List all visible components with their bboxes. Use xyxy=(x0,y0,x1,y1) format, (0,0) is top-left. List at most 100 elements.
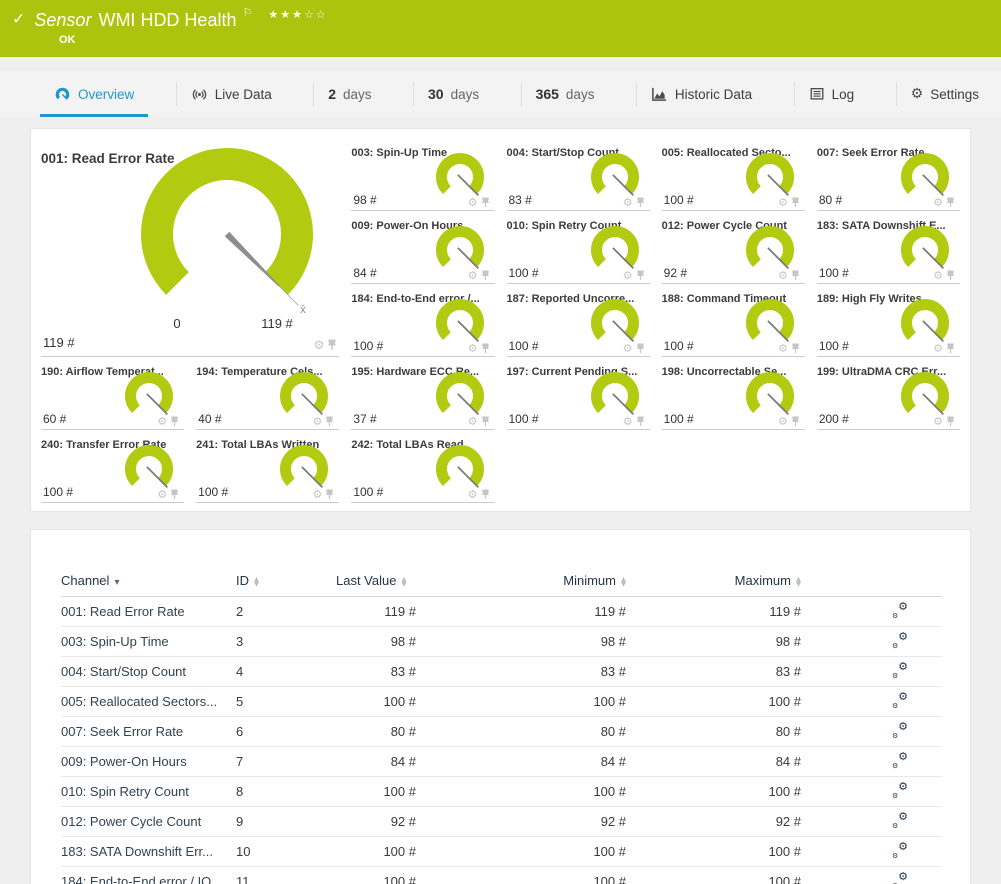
tab-2-days[interactable]: 2 days xyxy=(314,71,385,117)
tab-historic-data[interactable]: Historic Data xyxy=(637,71,766,117)
pin-icon[interactable] xyxy=(325,416,334,427)
pin-icon[interactable] xyxy=(946,197,955,208)
channel-name[interactable]: 184: End-to-End error / IO... xyxy=(61,866,236,884)
channel-settings-gears-icon[interactable]: ⚙⚙ xyxy=(892,722,908,738)
col-header-maximum[interactable]: Maximum▲▼ xyxy=(626,566,801,596)
tab-settings[interactable]: ⚙ Settings xyxy=(897,71,993,117)
gauge-cell[interactable]: 197: Current Pending S... 100 # ⚙ xyxy=(507,357,650,430)
gear-icon[interactable]: ⚙ xyxy=(778,197,788,208)
gear-icon[interactable]: ⚙ xyxy=(933,197,943,208)
pin-icon[interactable] xyxy=(481,416,490,427)
channel-name[interactable]: 009: Power-On Hours xyxy=(61,746,236,776)
pin-icon[interactable] xyxy=(946,416,955,427)
gear-icon[interactable]: ⚙ xyxy=(468,489,478,500)
gauge-cell[interactable]: 188: Command Timeout 100 # ⚙ xyxy=(662,284,805,357)
gauge-cell[interactable]: 012: Power Cycle Count 92 # ⚙ xyxy=(662,211,805,284)
gear-icon[interactable]: ⚙ xyxy=(312,416,322,427)
pin-icon[interactable] xyxy=(170,416,179,427)
gauge-cell[interactable]: 241: Total LBAs Written 100 # ⚙ xyxy=(196,430,339,503)
gear-icon[interactable]: ⚙ xyxy=(623,197,633,208)
gear-icon[interactable]: ⚙ xyxy=(778,416,788,427)
gauge-cell[interactable]: 187: Reported Uncorre... 100 # ⚙ xyxy=(507,284,650,357)
channel-name[interactable]: 012: Power Cycle Count xyxy=(61,806,236,836)
priority-stars[interactable]: ★★★☆☆ xyxy=(268,8,327,21)
col-header-channel[interactable]: Channel▾ xyxy=(61,566,236,596)
pin-icon[interactable] xyxy=(791,343,800,354)
pin-icon[interactable] xyxy=(946,270,955,281)
pin-icon[interactable] xyxy=(325,489,334,500)
channel-name[interactable]: 003: Spin-Up Time xyxy=(61,626,236,656)
gauge-cell[interactable]: 199: UltraDMA CRC Err... 200 # ⚙ xyxy=(817,357,960,430)
gear-icon[interactable]: ⚙ xyxy=(468,270,478,281)
gear-icon[interactable]: ⚙ xyxy=(468,416,478,427)
gear-icon[interactable]: ⚙ xyxy=(157,416,167,427)
pin-icon[interactable] xyxy=(636,416,645,427)
pin-icon[interactable] xyxy=(791,270,800,281)
pin-icon[interactable] xyxy=(946,343,955,354)
col-header-last-value[interactable]: Last Value▲▼ xyxy=(336,566,416,596)
channel-name[interactable]: 004: Start/Stop Count xyxy=(61,656,236,686)
gauge-cell[interactable]: 005: Reallocated Secto... 100 # ⚙ xyxy=(662,138,805,211)
pin-icon[interactable] xyxy=(481,270,490,281)
channel-settings-gears-icon[interactable]: ⚙⚙ xyxy=(892,782,908,798)
pin-icon[interactable] xyxy=(791,416,800,427)
tab-log[interactable]: Log xyxy=(795,71,869,117)
pin-icon[interactable] xyxy=(636,270,645,281)
col-header-id[interactable]: ID▲▼ xyxy=(236,566,336,596)
col-header-minimum[interactable]: Minimum▲▼ xyxy=(416,566,626,596)
gauge-cell[interactable]: 010: Spin Retry Count 100 # ⚙ xyxy=(507,211,650,284)
gauge-cell[interactable]: 190: Airflow Temperat... 60 # ⚙ xyxy=(41,357,184,430)
channel-settings-gears-icon[interactable]: ⚙⚙ xyxy=(892,662,908,678)
gauge-cell[interactable]: 189: High Fly Writes 100 # ⚙ xyxy=(817,284,960,357)
pin-icon[interactable] xyxy=(481,197,490,208)
channel-settings-gears-icon[interactable]: ⚙⚙ xyxy=(892,812,908,828)
tab-30-days[interactable]: 30 days xyxy=(414,71,493,117)
gear-icon[interactable]: ⚙ xyxy=(157,489,167,500)
tab-live-data[interactable]: Live Data xyxy=(177,71,286,117)
pin-icon[interactable] xyxy=(481,489,490,500)
channel-settings-gears-icon[interactable]: ⚙⚙ xyxy=(892,602,908,618)
pin-icon[interactable] xyxy=(481,343,490,354)
tab-365-days[interactable]: 365 days xyxy=(522,71,609,117)
gear-icon[interactable]: ⚙ xyxy=(312,489,322,500)
pin-icon[interactable] xyxy=(791,197,800,208)
gauge-cell[interactable]: 184: End-to-End error /... 100 # ⚙ xyxy=(351,284,494,357)
channel-name[interactable]: 010: Spin Retry Count xyxy=(61,776,236,806)
pin-icon[interactable] xyxy=(327,339,337,351)
pin-icon[interactable] xyxy=(636,343,645,354)
gear-icon[interactable]: ⚙ xyxy=(933,343,943,354)
gear-icon[interactable]: ⚙ xyxy=(623,343,633,354)
gear-icon[interactable]: ⚙ xyxy=(314,340,325,351)
gauge-cell[interactable]: 003: Spin-Up Time 98 # ⚙ xyxy=(351,138,494,211)
gauge-cell[interactable]: 242: Total LBAs Read 100 # ⚙ xyxy=(351,430,494,503)
pin-icon[interactable] xyxy=(636,197,645,208)
gear-icon[interactable]: ⚙ xyxy=(778,343,788,354)
gauge-cell[interactable]: 198: Uncorrectable Se... 100 # ⚙ xyxy=(662,357,805,430)
tab-overview[interactable]: Overview xyxy=(40,71,148,117)
channel-settings-gears-icon[interactable]: ⚙⚙ xyxy=(892,842,908,858)
gear-icon[interactable]: ⚙ xyxy=(468,343,478,354)
channel-settings-gears-icon[interactable]: ⚙⚙ xyxy=(892,632,908,648)
gauge-cell[interactable]: 240: Transfer Error Rate 100 # ⚙ xyxy=(41,430,184,503)
gear-icon[interactable]: ⚙ xyxy=(933,270,943,281)
gauge-cell[interactable]: 004: Start/Stop Count 83 # ⚙ xyxy=(507,138,650,211)
channel-name[interactable]: 007: Seek Error Rate xyxy=(61,716,236,746)
gauge-cell[interactable]: 007: Seek Error Rate 80 # ⚙ xyxy=(817,138,960,211)
gauge-cell-primary[interactable]: 001: Read Error Rate x̄ 0 119 # 119 # ⚙ xyxy=(41,138,339,357)
gauge-cell[interactable]: 195: Hardware ECC Re... 37 # ⚙ xyxy=(351,357,494,430)
channel-settings-gears-icon[interactable]: ⚙⚙ xyxy=(892,872,908,884)
gauge-cell[interactable]: 183: SATA Downshift E... 100 # ⚙ xyxy=(817,211,960,284)
channel-name[interactable]: 183: SATA Downshift Err... xyxy=(61,836,236,866)
flag-icon[interactable]: ⚐ xyxy=(242,6,252,19)
gauge-cell[interactable]: 009: Power-On Hours 84 # ⚙ xyxy=(351,211,494,284)
channel-settings-gears-icon[interactable]: ⚙⚙ xyxy=(892,752,908,768)
channel-name[interactable]: 001: Read Error Rate xyxy=(61,596,236,626)
channel-name[interactable]: 005: Reallocated Sectors... xyxy=(61,686,236,716)
gear-icon[interactable]: ⚙ xyxy=(623,270,633,281)
gear-icon[interactable]: ⚙ xyxy=(778,270,788,281)
pin-icon[interactable] xyxy=(170,489,179,500)
gear-icon[interactable]: ⚙ xyxy=(468,197,478,208)
gear-icon[interactable]: ⚙ xyxy=(623,416,633,427)
channel-settings-gears-icon[interactable]: ⚙⚙ xyxy=(892,692,908,708)
gear-icon[interactable]: ⚙ xyxy=(933,416,943,427)
